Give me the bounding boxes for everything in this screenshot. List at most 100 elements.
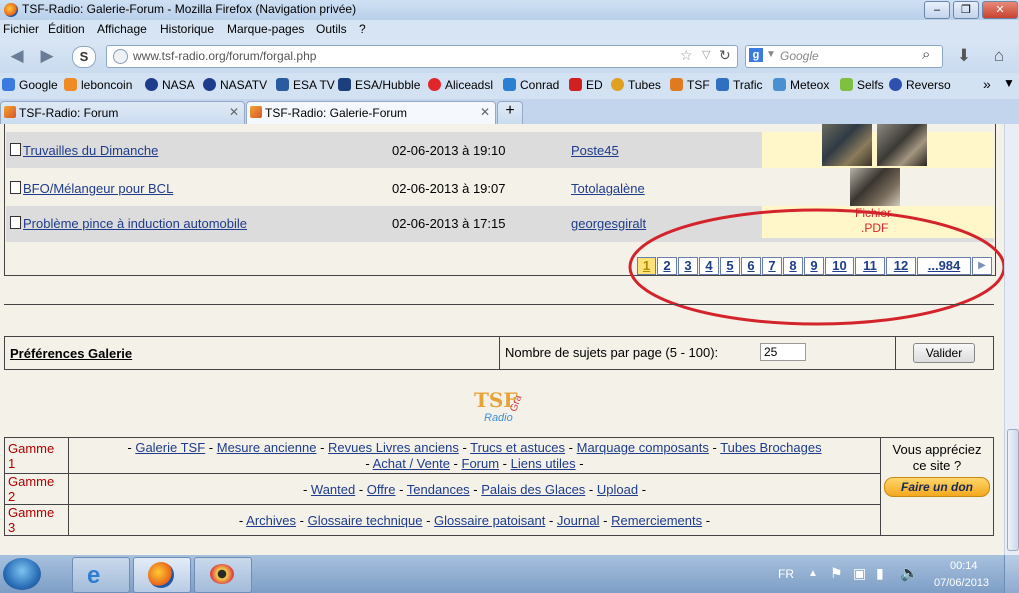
nav-link[interactable]: Archives [246,513,296,528]
bookmark-ed[interactable]: ED [569,78,603,92]
taskbar-viewer[interactable] [194,557,252,593]
nav-link[interactable]: Journal [557,513,600,528]
google-icon[interactable]: g [749,48,763,62]
menu-affichage[interactable]: Affichage [97,22,147,36]
search-bar[interactable]: g ▼ Google ⌕ [745,45,943,68]
network-icon[interactable]: ▮ [876,565,884,582]
engine-dropdown-icon[interactable]: ▼ [766,49,776,60]
topic-link[interactable]: Problème pince à induction automobile [23,216,247,231]
url-bar[interactable]: www.tsf-radio.org/forum/forgal.php ☆ ▽ ↻ [106,45,738,68]
nav-link[interactable]: Offre [367,482,396,497]
taskbar-ie[interactable]: e [72,557,130,593]
nav-link[interactable]: Trucs et astuces [470,440,565,455]
nav-link[interactable]: Tendances [407,482,470,497]
preferences-panel: Préférences Galerie Nombre de sujets par… [4,336,994,370]
gammes-table: Gamme 1 - Galerie TSF - Mesure ancienne … [4,437,994,536]
clock-date[interactable]: 07/06/2013 [934,577,989,589]
thumbnail-image[interactable] [877,124,927,166]
new-tab-button[interactable]: + [497,101,523,124]
page-scrollbar[interactable] [1004,124,1019,555]
bookmark-conrad[interactable]: Conrad [503,78,559,92]
bookmark-leboncoin[interactable]: leboncoin [64,78,132,92]
bookmarks-menu-icon[interactable]: ▼ [1003,76,1015,90]
tubes-icon [611,78,624,91]
bookmark-meteox[interactable]: Meteox [773,78,829,92]
firefox-icon [148,562,174,588]
tab-galerie-forum[interactable]: TSF-Radio: Galerie-Forum ✕ [246,101,496,124]
search-icon[interactable]: ⌕ [922,46,930,63]
topic-link[interactable]: BFO/Mélangeur pour BCL [23,181,173,196]
reload-icon[interactable]: ↻ [719,47,731,64]
bookmark-aliceadsl[interactable]: Aliceadsl [428,78,493,92]
volume-icon[interactable]: 🔈 [900,564,919,582]
bookmark-nasa[interactable]: NASA [145,78,195,92]
bookmark-nasatv[interactable]: NASATV [203,78,267,92]
separator [4,304,994,305]
gamme-links: - Wanted - Offre - Tendances - Palais de… [68,473,881,505]
thumbnail-image[interactable] [850,168,900,208]
forward-icon[interactable]: ▶ [36,46,58,66]
flag-icon[interactable]: ⚑ [830,565,843,582]
scrollbar-thumb[interactable] [1007,429,1019,551]
menu-fichier[interactable]: Fichier [3,22,39,36]
bookmark-trafic[interactable]: Trafic [716,78,763,92]
nav-link[interactable]: Mesure ancienne [217,440,317,455]
device-icon[interactable]: ▣ [853,565,866,582]
nav-link[interactable]: Palais des Glaces [481,482,585,497]
nav-link[interactable]: Wanted [311,482,355,497]
tab-forum[interactable]: TSF-Radio: Forum ✕ [0,101,245,124]
topic-link[interactable]: Truvailles du Dimanche [23,143,158,158]
url-text[interactable]: www.tsf-radio.org/forum/forgal.php [133,49,316,63]
nav-link[interactable]: Glossaire patoisant [434,513,545,528]
items-per-page-label: Nombre de sujets par page (5 - 100): [505,345,719,360]
language-indicator[interactable]: FR [778,567,794,581]
bookmark-tsf[interactable]: TSF [670,78,710,92]
bookmark-google[interactable]: Google [2,78,58,92]
menu-marque-pages[interactable]: Marque-pages [227,22,304,36]
thumbnail-image[interactable] [822,124,872,166]
nav-link[interactable]: Glossaire technique [308,513,423,528]
start-button[interactable] [3,558,41,590]
donate-button[interactable]: Faire un don [884,477,990,497]
menu-help[interactable]: ? [359,22,366,36]
topic-author[interactable]: Totolagalène [571,181,645,196]
menu-outils[interactable]: Outils [316,22,347,36]
show-hidden-icons-icon[interactable]: ▲ [808,568,818,579]
nav-link[interactable]: Achat / Vente [373,456,450,471]
bookmark-selfs[interactable]: Selfs [840,78,884,92]
home-icon[interactable]: ⌂ [988,46,1010,66]
bookmark-esahubble[interactable]: ESA/Hubble [338,78,420,92]
dropdown-icon[interactable]: ▽ [702,48,710,61]
sync-icon[interactable]: S [72,46,96,68]
close-button[interactable]: ✕ [982,1,1018,19]
nav-link[interactable]: Remerciements [611,513,702,528]
bookmark-esatv[interactable]: ESA TV [276,78,335,92]
nav-link[interactable]: Tubes Brochages [720,440,821,455]
items-per-page-input[interactable] [760,343,806,361]
show-desktop-button[interactable] [1004,555,1019,593]
clock-time[interactable]: 00:14 [950,560,978,572]
maximize-button[interactable]: ❐ [953,1,979,19]
nav-link[interactable]: Liens utiles [511,456,576,471]
validate-button[interactable]: Valider [913,343,975,363]
bookmark-reverso[interactable]: Reverso [889,78,951,92]
nav-link[interactable]: Galerie TSF [135,440,205,455]
nav-link[interactable]: Upload [597,482,638,497]
more-bookmarks-icon[interactable]: » [983,76,991,92]
nav-link[interactable]: Marquage composants [577,440,709,455]
menu-edition[interactable]: Édition [48,22,85,36]
star-icon[interactable]: ☆ [680,47,693,64]
nav-link[interactable]: Revues Livres anciens [328,440,459,455]
tab-close-icon[interactable]: ✕ [480,105,490,119]
download-icon[interactable]: ⬇ [953,46,975,66]
search-input[interactable]: Google [780,49,819,63]
bookmark-tubes[interactable]: Tubes [611,78,661,92]
nav-link[interactable]: Forum [462,456,500,471]
taskbar-firefox[interactable] [133,557,191,593]
back-icon[interactable]: ◀ [6,46,28,66]
menu-historique[interactable]: Historique [160,22,214,36]
tab-close-icon[interactable]: ✕ [229,105,239,119]
topic-author[interactable]: Poste45 [571,143,619,158]
gammes-panel: Gamme 1 - Galerie TSF - Mesure ancienne … [4,437,994,536]
minimize-button[interactable]: – [924,1,950,19]
